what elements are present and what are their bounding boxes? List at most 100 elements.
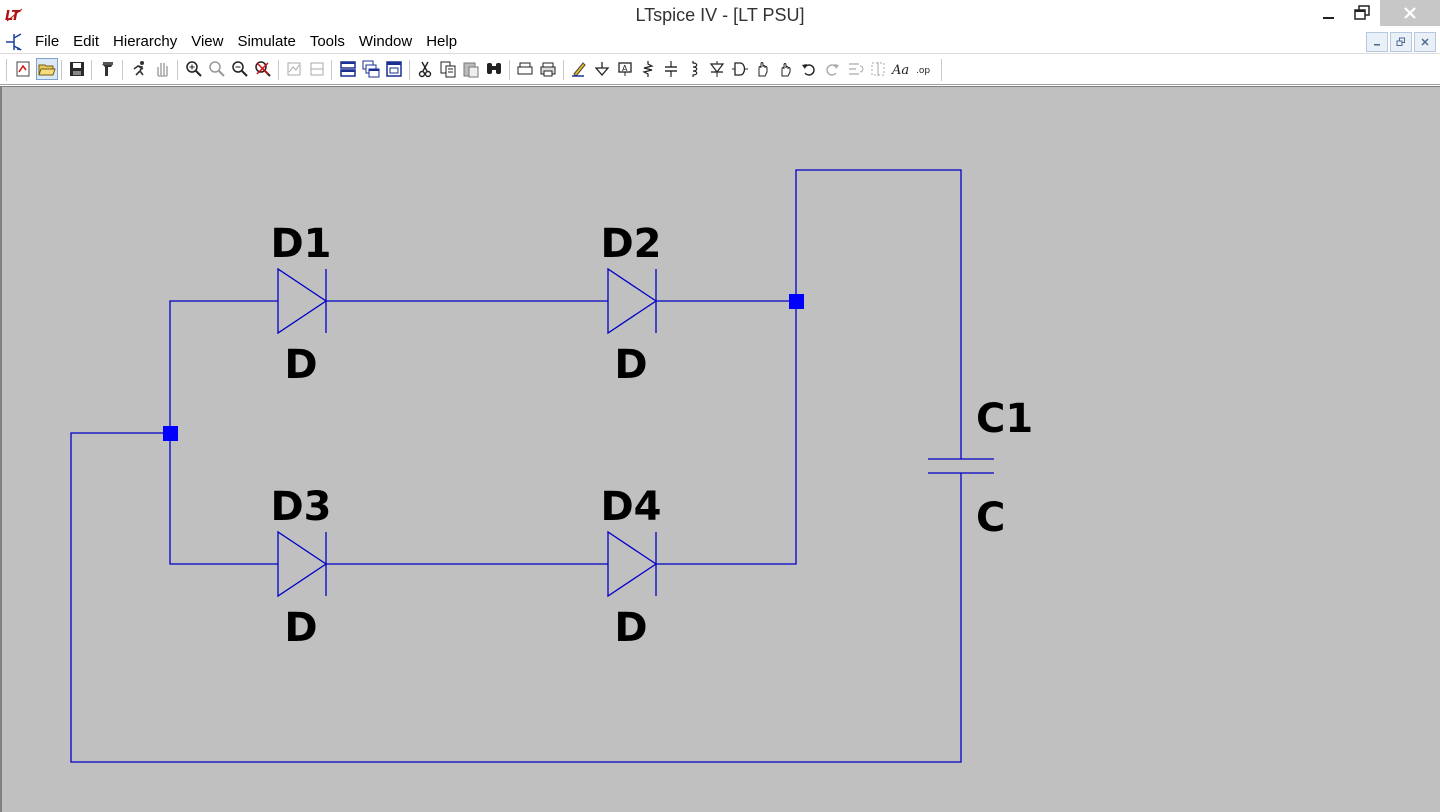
zoom-out-button[interactable] [229,58,251,80]
schematic-canvas[interactable]: D1 D D2 D D3 D D4 D C1 C [0,86,1440,812]
autorange-button[interactable] [283,58,305,80]
diode-d3[interactable] [277,530,328,598]
menu-window[interactable]: Window [352,32,419,52]
wires[interactable] [70,169,962,763]
schematic-doc-icon[interactable] [4,32,24,52]
open-icon [38,64,56,76]
zoom-pan-button[interactable] [206,58,228,80]
d4-value-label[interactable]: D [614,605,647,651]
capacitor-c1[interactable] [928,458,994,474]
wire-top-left[interactable] [169,300,278,433]
mdi-minimize-icon [1374,44,1380,46]
capacitor-button[interactable] [660,58,682,80]
mdi-minimize-button[interactable] [1366,32,1388,52]
zoom-in-button[interactable] [183,58,205,80]
paste-button[interactable] [460,58,482,80]
diode-icon [709,61,725,77]
close-window-button[interactable] [383,58,405,80]
spice-directive-button[interactable]: .op [913,58,935,80]
wire-cap-bottom[interactable] [70,432,962,763]
cut-icon [418,61,432,78]
control-panel-button[interactable] [97,58,119,80]
copy-button[interactable] [437,58,459,80]
cut-button[interactable] [414,58,436,80]
menu-hierarchy[interactable]: Hierarchy [106,32,184,52]
inductor-button[interactable] [683,58,705,80]
tile-vertical-button[interactable] [306,58,328,80]
toolbar-end [941,59,942,81]
find-icon [487,63,501,74]
wire-cap-top[interactable] [795,169,962,459]
print-setup-button[interactable] [514,58,536,80]
cascade-button[interactable] [360,58,382,80]
ground-icon [594,62,610,76]
menu-view[interactable]: View [184,32,230,52]
autorange-icon [287,62,301,76]
menu-simulate[interactable]: Simulate [230,32,302,52]
text-icon: Aa [891,63,909,78]
d2-value-label[interactable]: D [614,342,647,388]
d3-ref-label[interactable]: D3 [270,484,331,530]
close-button[interactable] [1380,0,1440,26]
d3-value-label[interactable]: D [284,605,317,651]
move-button[interactable] [752,58,774,80]
menu-edit[interactable]: Edit [66,32,106,52]
drag-button[interactable] [775,58,797,80]
toolbar-separator [177,60,178,80]
d1-value-label[interactable]: D [284,342,317,388]
component-button[interactable] [729,58,751,80]
draw-wire-button[interactable] [568,58,590,80]
run-button[interactable] [128,58,150,80]
component-icon [732,62,748,76]
print-setup-icon [517,62,533,75]
diode-d1[interactable] [277,267,328,335]
find-button[interactable] [483,58,505,80]
diode-d2[interactable] [607,267,658,335]
new-schematic-button[interactable] [12,58,34,80]
schematic-drawing[interactable]: D1 D D2 D D3 D D4 D C1 C [2,87,1440,812]
menu-file[interactable]: File [28,32,66,52]
open-button[interactable] [36,58,58,80]
svg-text:.op: .op [916,66,930,76]
wire-bottom-right[interactable] [656,301,797,565]
zoom-fit-button[interactable] [252,58,274,80]
copy-icon [440,61,456,78]
svg-text:A: A [622,64,628,73]
ground-button[interactable] [591,58,613,80]
d2-ref-label[interactable]: D2 [600,221,661,267]
label-net-button[interactable]: A [614,58,636,80]
diode-d4[interactable] [607,530,658,598]
menu-items: File Edit Hierarchy View Simulate Tools … [28,32,464,52]
resistor-button[interactable] [637,58,659,80]
toolbar-grip[interactable] [6,59,9,81]
menu-help[interactable]: Help [419,32,464,52]
mdi-close-icon [1421,38,1429,46]
c1-ref-label[interactable]: C1 [976,396,1033,442]
junction-left[interactable] [163,426,178,441]
control-panel-icon [102,62,113,76]
move-icon [758,62,768,77]
d1-ref-label[interactable]: D1 [270,221,331,267]
mdi-restore-button[interactable] [1390,32,1412,52]
toolbar-separator [91,60,92,80]
junction-right[interactable] [789,294,804,309]
wire-bottom-left[interactable] [169,433,278,565]
redo-button[interactable] [821,58,843,80]
rotate-button[interactable] [844,58,866,80]
maximize-button[interactable] [1340,0,1384,26]
d4-ref-label[interactable]: D4 [600,484,661,530]
spice-directive-icon: .op [916,66,930,76]
print-button[interactable] [537,58,559,80]
undo-button[interactable] [798,58,820,80]
mdi-close-button[interactable] [1414,32,1436,52]
diode-button[interactable] [706,58,728,80]
c1-value-label[interactable]: C [976,495,1005,541]
tile-horizontal-button[interactable] [337,58,359,80]
text-button[interactable]: Aa [890,58,912,80]
halt-button[interactable] [151,58,173,80]
save-button[interactable] [66,58,88,80]
toolbar-separator [122,60,123,80]
menu-tools[interactable]: Tools [303,32,352,52]
mirror-button[interactable] [867,58,889,80]
toolbar-separator [278,60,279,80]
